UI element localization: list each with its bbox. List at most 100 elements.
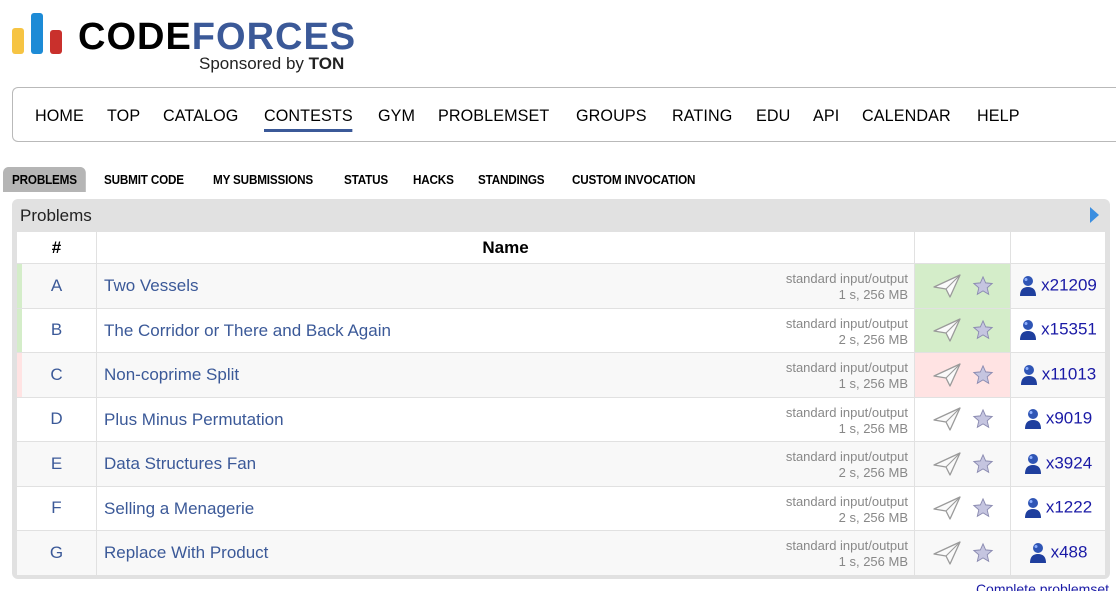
- solved-count-link[interactable]: x1222: [1046, 498, 1092, 517]
- problem-solved-count[interactable]: x488: [1010, 530, 1106, 576]
- problem-limits: standard input/output 1 s, 256 MB: [786, 360, 908, 392]
- problem-actions: [914, 396, 1011, 442]
- problems-box: Problems # Name A Two Vessels standard inp…: [12, 199, 1110, 579]
- contest-menu-problems[interactable]: PROBLEMS: [3, 167, 86, 192]
- problem-time-memory: 1 s, 256 MB: [838, 554, 908, 569]
- problem-limits: standard input/output 2 s, 256 MB: [786, 316, 908, 348]
- problem-row: C Non-coprime Split standard input/output 1…: [16, 352, 1106, 398]
- arrow-right-icon[interactable]: [1090, 207, 1099, 223]
- paper-plane-icon[interactable]: [932, 362, 962, 388]
- user-icon: [1024, 453, 1042, 475]
- problem-io: standard input/output: [785, 538, 908, 553]
- main-menu-item-api[interactable]: API: [813, 106, 839, 132]
- problem-solved-count[interactable]: x9019: [1010, 396, 1106, 442]
- problem-io: standard input/output: [785, 493, 908, 509]
- problem-index[interactable]: F: [16, 485, 97, 531]
- problem-solved-count[interactable]: x15351: [1010, 307, 1106, 353]
- column-header-index: #: [16, 231, 97, 264]
- logo-wordmark: CODEFORCES: [78, 16, 357, 58]
- star-icon[interactable]: [972, 453, 994, 475]
- problem-name-link[interactable]: Non-coprime Split: [104, 365, 239, 385]
- problem-index[interactable]: A: [16, 263, 97, 309]
- solved-count-link[interactable]: x488: [1051, 542, 1088, 561]
- main-menu-item-catalog[interactable]: CATALOG: [163, 106, 238, 132]
- problem-time-memory: 2 s, 256 MB: [838, 509, 908, 525]
- contest-menu-status[interactable]: STATUS: [335, 167, 397, 192]
- problem-index[interactable]: D: [16, 396, 97, 442]
- star-icon[interactable]: [972, 319, 994, 341]
- main-menu-item-problemset[interactable]: PROBLEMSET: [438, 106, 549, 132]
- problem-name-link[interactable]: Data Structures Fan: [104, 454, 256, 474]
- problem-index[interactable]: G: [16, 530, 97, 576]
- main-menu-item-groups[interactable]: GROUPS: [576, 106, 647, 132]
- star-icon[interactable]: [972, 364, 994, 386]
- codeforces-logo[interactable]: CODEFORCES Sponsored by TON: [12, 12, 372, 74]
- paper-plane-icon[interactable]: [932, 406, 962, 432]
- user-icon: [1024, 497, 1042, 519]
- problem-solved-count[interactable]: x3924: [1010, 441, 1106, 487]
- paper-plane-icon[interactable]: [932, 495, 962, 521]
- problem-row: E Data Structures Fan standard input/outpu…: [16, 441, 1106, 487]
- problem-solved-count[interactable]: x21209: [1010, 263, 1106, 309]
- problem-index[interactable]: B: [16, 307, 97, 353]
- contest-menu-custom-invocation[interactable]: CUSTOM INVOCATION: [563, 167, 704, 192]
- main-menu-item-edu[interactable]: EDU: [756, 106, 790, 132]
- problem-actions: [914, 307, 1011, 353]
- problem-limits: standard input/output 1 s, 256 MB: [786, 271, 908, 303]
- star-icon[interactable]: [972, 408, 994, 430]
- problem-index[interactable]: C: [16, 352, 97, 398]
- problem-index-link[interactable]: E: [51, 454, 62, 473]
- main-menu-item-gym[interactable]: GYM: [378, 106, 415, 132]
- problem-name-link[interactable]: Plus Minus Permutation: [104, 410, 284, 430]
- problem-name-link[interactable]: Selling a Menagerie: [104, 499, 254, 519]
- paper-plane-icon[interactable]: [932, 317, 962, 343]
- paper-plane-icon[interactable]: [932, 451, 962, 477]
- problem-index-link[interactable]: D: [50, 409, 62, 428]
- problem-index-link[interactable]: A: [51, 276, 62, 295]
- main-menu-item-rating[interactable]: RATING: [672, 106, 732, 132]
- problem-index-link[interactable]: C: [50, 365, 62, 384]
- problem-index[interactable]: E: [16, 441, 97, 487]
- problem-limits: standard input/output 2 s, 256 MB: [786, 494, 908, 526]
- problem-solved-count[interactable]: x1222: [1010, 485, 1106, 531]
- solved-count-link[interactable]: x3924: [1046, 453, 1092, 472]
- main-menu-item-calendar[interactable]: CALENDAR: [862, 106, 951, 132]
- problem-name-link[interactable]: Two Vessels: [104, 276, 199, 296]
- solved-count-link[interactable]: x21209: [1041, 275, 1097, 294]
- column-header-actions: [914, 231, 1011, 264]
- problem-index-link[interactable]: B: [51, 320, 62, 339]
- solved-count-link[interactable]: x15351: [1041, 320, 1097, 339]
- main-menu-item-contests[interactable]: CONTESTS: [263, 106, 353, 132]
- contest-menu-my-submissions[interactable]: MY SUBMISSIONS: [204, 167, 322, 192]
- main-menu-item-home[interactable]: HOME: [35, 106, 84, 132]
- problem-name-cell: Data Structures Fan standard input/output…: [96, 441, 915, 487]
- contest-menu-hacks[interactable]: HACKS: [404, 167, 463, 192]
- main-menu-item-help[interactable]: HELP: [977, 106, 1020, 132]
- user-icon: [1024, 408, 1042, 430]
- problem-name-cell: Two Vessels standard input/output 1 s, 256…: [96, 263, 915, 309]
- problem-index-link[interactable]: F: [51, 498, 61, 517]
- contest-menu-submit-code[interactable]: SUBMIT CODE: [95, 167, 193, 192]
- problem-actions: [914, 441, 1011, 487]
- star-icon[interactable]: [972, 542, 994, 564]
- problem-name-link[interactable]: The Corridor or There and Back Again: [104, 321, 391, 341]
- main-menu-item-top[interactable]: TOP: [107, 106, 140, 132]
- paper-plane-icon[interactable]: [932, 273, 962, 299]
- user-icon: [1020, 364, 1038, 386]
- contest-menu-standings[interactable]: STANDINGS: [469, 167, 553, 192]
- star-icon[interactable]: [972, 497, 994, 519]
- solved-count-link[interactable]: x11013: [1042, 364, 1097, 383]
- solved-count-link[interactable]: x9019: [1046, 409, 1092, 428]
- star-icon[interactable]: [972, 275, 994, 297]
- problem-index-link[interactable]: G: [50, 543, 63, 562]
- problem-time-memory: 2 s, 256 MB: [838, 465, 908, 480]
- problem-name-link[interactable]: Replace With Product: [104, 543, 268, 563]
- user-icon: [1029, 542, 1047, 564]
- problem-row: D Plus Minus Permutation standard input/ou…: [16, 396, 1106, 442]
- problem-time-memory: 2 s, 256 MB: [838, 331, 908, 347]
- problems-table: # Name A Two Vessels standard input/output…: [16, 231, 1106, 576]
- problem-solved-count[interactable]: x11013: [1010, 352, 1106, 398]
- paper-plane-icon[interactable]: [932, 540, 962, 566]
- problems-box-title: Problems: [20, 206, 92, 225]
- complete-problemset-link[interactable]: Complete problemset: [976, 581, 1109, 591]
